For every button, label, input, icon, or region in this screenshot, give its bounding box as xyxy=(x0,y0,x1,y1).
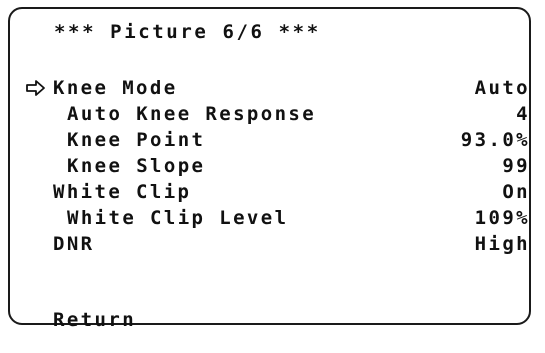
menu-item-value: 93.0% xyxy=(460,129,530,151)
menu-item-value: 99 xyxy=(502,155,530,177)
menu-item-label: Knee Mode xyxy=(53,77,178,99)
menu-item-dnr[interactable]: DNR High xyxy=(0,233,545,257)
right-arrow-outline-icon xyxy=(26,80,45,96)
menu-title: *** Picture 6/6 *** xyxy=(54,21,321,43)
menu-item-label: White Clip xyxy=(53,181,192,203)
menu-item-white-clip[interactable]: White Clip On xyxy=(0,181,545,205)
return-label: Return xyxy=(53,309,137,331)
menu-item-label: Knee Point xyxy=(67,129,206,151)
menu-item-knee-point[interactable]: Knee Point 93.0% xyxy=(0,129,545,153)
menu-item-value: On xyxy=(502,181,530,203)
menu-item-knee-slope[interactable]: Knee Slope 99 xyxy=(0,155,545,179)
menu-item-label: Auto Knee Response xyxy=(67,103,317,125)
menu-item-value: 4 xyxy=(516,103,530,125)
menu-item-value: High xyxy=(474,233,530,255)
menu-item-label: Knee Slope xyxy=(67,155,206,177)
menu-item-white-clip-level[interactable]: White Clip Level 109% xyxy=(0,207,545,231)
menu-item-value: Auto xyxy=(474,77,530,99)
menu-item-value: 109% xyxy=(474,207,530,229)
menu-item-label: DNR xyxy=(53,233,95,255)
return-item[interactable]: Return xyxy=(0,309,545,333)
menu-item-label: White Clip Level xyxy=(67,207,289,229)
menu-item-auto-knee-response[interactable]: Auto Knee Response 4 xyxy=(0,103,545,127)
menu-item-knee-mode[interactable]: Knee Mode Auto xyxy=(0,77,545,101)
